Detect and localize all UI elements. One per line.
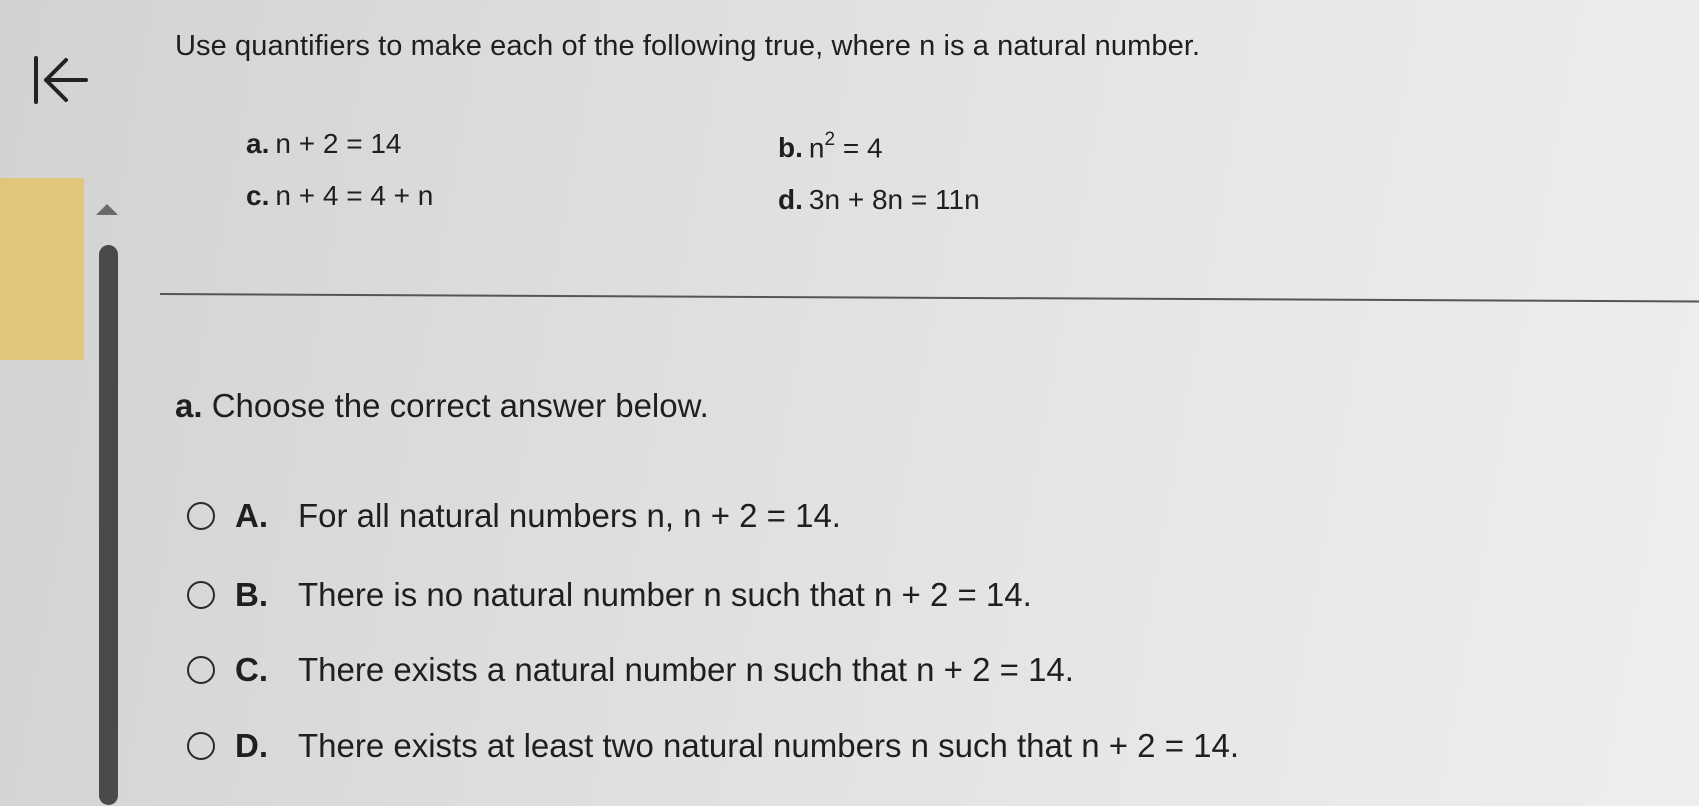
part-b: b. n2 = 4 xyxy=(778,129,883,164)
radio-button-d[interactable] xyxy=(187,732,215,760)
part-b-exponent: 2 xyxy=(824,129,836,150)
choice-b-text: There is no natural number n such that n… xyxy=(298,576,1032,613)
part-b-base: n xyxy=(808,132,825,164)
choice-d-text: There exists at least two natural number… xyxy=(298,727,1240,764)
choice-c[interactable]: C. There exists a natural number n such … xyxy=(187,651,1074,688)
question-text: Use quantifiers to make each of the foll… xyxy=(175,30,1201,62)
answer-prompt-text: Choose the correct answer below. xyxy=(211,387,709,424)
part-a-label: a. xyxy=(246,128,270,159)
part-c-expression: n + 4 = 4 + n xyxy=(275,180,434,211)
radio-button-b[interactable] xyxy=(187,581,215,609)
section-divider xyxy=(159,293,1699,303)
side-highlight xyxy=(0,178,84,360)
scroll-up-arrow-icon[interactable] xyxy=(96,204,118,215)
choice-c-letter: C. xyxy=(235,651,268,688)
radio-button-a[interactable] xyxy=(187,502,215,530)
back-to-start-icon[interactable] xyxy=(30,52,90,108)
choice-a-letter: A. xyxy=(235,497,268,534)
answer-prompt: a. Choose the correct answer below. xyxy=(175,387,709,425)
choice-a-text: For all natural numbers n, n + 2 = 14. xyxy=(298,497,841,534)
part-c: c. n + 4 = 4 + n xyxy=(246,180,433,212)
choice-b[interactable]: B. There is no natural number n such tha… xyxy=(187,576,1032,613)
choice-d[interactable]: D. There exists at least two natural num… xyxy=(187,727,1240,764)
part-d-label: d. xyxy=(778,184,803,215)
choice-b-letter: B. xyxy=(235,576,268,613)
part-b-rest: = 4 xyxy=(835,132,883,164)
part-a: a. n + 2 = 14 xyxy=(246,128,401,160)
choice-d-letter: D. xyxy=(235,727,268,764)
choice-a[interactable]: A. For all natural numbers n, n + 2 = 14… xyxy=(187,497,841,534)
part-a-expression: n + 2 = 14 xyxy=(275,128,402,159)
part-c-label: c. xyxy=(246,180,270,211)
part-d: d. 3n + 8n = 11n xyxy=(778,184,980,216)
part-d-expression: 3n + 8n = 11n xyxy=(808,184,980,215)
part-b-label: b. xyxy=(778,132,803,164)
scrollbar-thumb[interactable] xyxy=(99,245,118,805)
choice-c-text: There exists a natural number n such tha… xyxy=(298,651,1074,688)
answer-part-label: a. xyxy=(175,387,203,424)
radio-button-c[interactable] xyxy=(187,656,215,684)
